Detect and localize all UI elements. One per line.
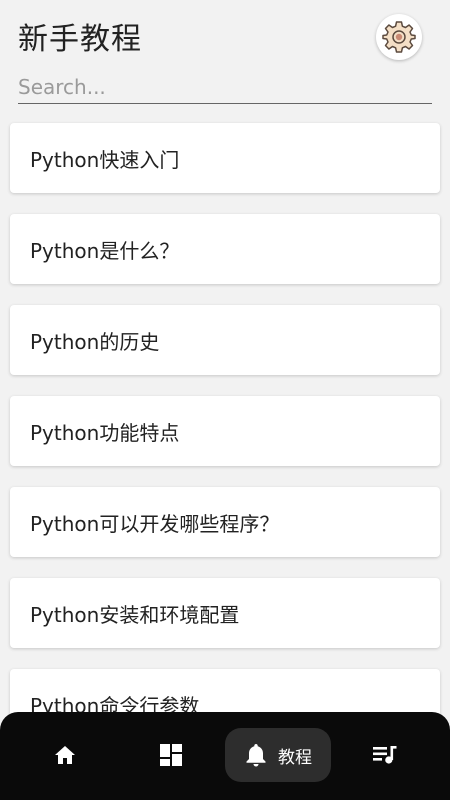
dashboard-icon	[160, 744, 182, 766]
tutorial-card[interactable]: Python的历史	[10, 305, 440, 375]
bottom-navigation: 教程	[0, 712, 450, 800]
search-input[interactable]	[18, 70, 432, 103]
gear-icon	[382, 21, 416, 53]
tutorial-label: Python可以开发哪些程序？	[30, 511, 280, 536]
home-icon	[55, 746, 75, 764]
nav-home[interactable]	[40, 728, 90, 782]
bell-icon	[246, 744, 266, 767]
tutorial-card[interactable]: Python功能特点	[10, 396, 440, 466]
tutorial-label: Python安装和环境配置	[30, 602, 240, 627]
tutorial-label: Python功能特点	[30, 420, 180, 445]
search-field[interactable]	[18, 70, 432, 104]
tutorial-label: Python的历史	[30, 329, 160, 354]
tutorial-label: Python快速入门	[30, 147, 180, 172]
tutorial-label: Python是什么？	[30, 238, 180, 263]
nav-dashboard[interactable]	[146, 728, 196, 782]
tutorial-card[interactable]: Python可以开发哪些程序？	[10, 487, 440, 557]
page-title: 新手教程	[18, 22, 142, 57]
tutorial-card[interactable]: Python是什么？	[10, 214, 440, 284]
nav-tutorial-label: 教程	[278, 747, 312, 768]
app-header: 新手教程	[0, 0, 450, 110]
playlist-icon	[373, 746, 397, 764]
tutorial-card[interactable]: Python安装和环境配置	[10, 578, 440, 648]
nav-tutorial[interactable]: 教程	[225, 728, 331, 782]
settings-button[interactable]	[376, 14, 422, 60]
nav-playlist[interactable]	[360, 728, 410, 782]
tutorial-card[interactable]: Python快速入门	[10, 123, 440, 193]
